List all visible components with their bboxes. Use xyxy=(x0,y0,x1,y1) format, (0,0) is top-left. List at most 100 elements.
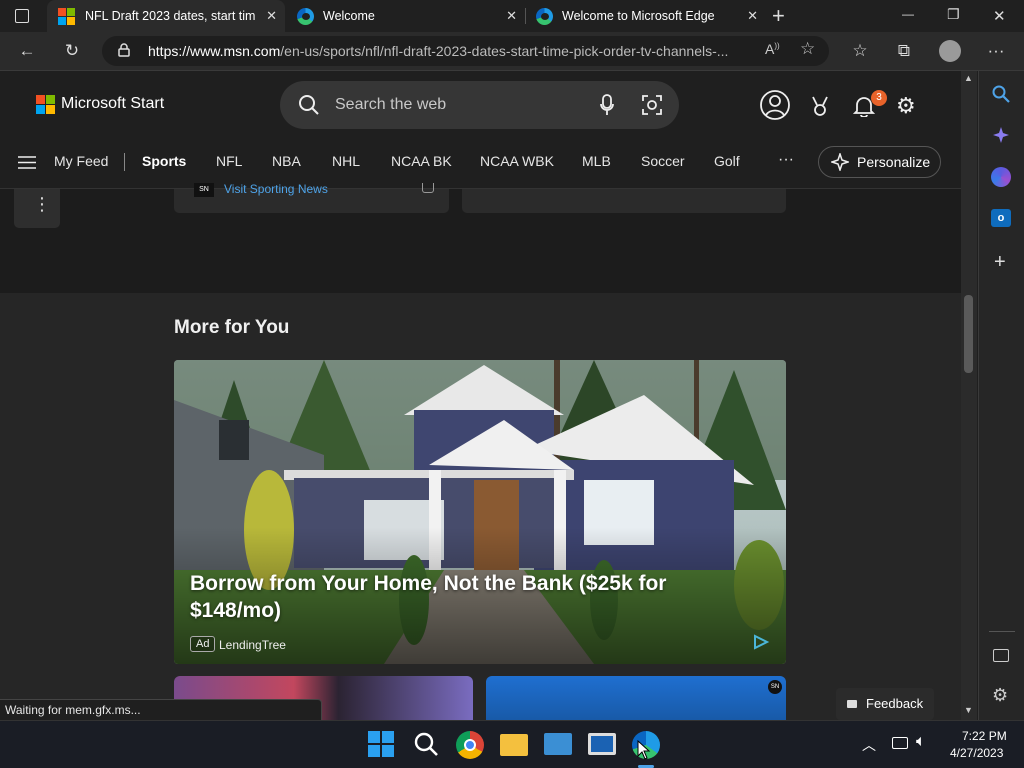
scroll-up-arrow-icon[interactable]: ▲ xyxy=(964,73,973,83)
feed-content: ⋮ SN Visit Sporting News More for You Bo… xyxy=(0,182,961,720)
sporting-news-badge: SN xyxy=(768,680,782,694)
sidebar-settings-icon[interactable]: ⚙ xyxy=(992,685,1008,706)
tab-title: Welcome to Microsoft Edge xyxy=(562,9,715,23)
edge-logo-icon xyxy=(536,7,553,25)
url-path: /en-us/sports/nfl/nfl-draft-2023-dates-s… xyxy=(280,43,729,59)
page-scrollbar[interactable]: ▲ ▼ xyxy=(961,71,977,720)
feedback-button[interactable]: Feedback xyxy=(836,688,934,720)
sidebar-add-icon[interactable]: + xyxy=(994,251,1006,274)
nav-divider xyxy=(124,153,125,171)
next-card-right[interactable]: SN xyxy=(486,676,786,720)
tab-close-icon[interactable]: ✕ xyxy=(747,8,758,24)
tab-actions-icon[interactable] xyxy=(15,9,29,23)
chrome-icon[interactable] xyxy=(456,731,484,759)
status-text: Waiting for mem.gfx.ms... xyxy=(5,703,141,717)
web-page: Microsoft Start Search the web 3 ⚙ My Fe… xyxy=(0,71,961,720)
ad-headline[interactable]: Borrow from Your Home, Not the Bank ($25… xyxy=(190,570,710,624)
tab-close-icon[interactable]: ✕ xyxy=(506,8,517,24)
address-bar[interactable]: https://www.msn.com/en-us/sports/nfl/nfl… xyxy=(102,36,829,66)
previous-card: SN Visit Sporting News xyxy=(174,182,449,213)
taskbar-search-icon[interactable] xyxy=(413,731,441,759)
back-icon[interactable]: ← xyxy=(14,38,40,64)
brand-title[interactable]: Microsoft Start xyxy=(61,95,164,113)
scroll-down-arrow-icon[interactable]: ▼ xyxy=(964,705,973,715)
hamburger-menu-icon[interactable] xyxy=(18,156,36,174)
account-icon[interactable] xyxy=(759,89,791,126)
feedback-icon xyxy=(847,700,857,708)
tab-strip: NFL Draft 2023 dates, start time, p ✕ We… xyxy=(0,0,1024,32)
settings-gear-icon[interactable]: ⚙ xyxy=(896,93,916,119)
rewards-icon[interactable] xyxy=(810,95,830,122)
volume-icon[interactable]: 🔈︎ xyxy=(916,733,926,751)
tab-close-icon[interactable]: ✕ xyxy=(266,8,277,24)
nav-soccer[interactable]: Soccer xyxy=(641,153,685,169)
search-input[interactable]: Search the web xyxy=(335,96,446,114)
advertiser-name[interactable]: LendingTree xyxy=(219,638,286,652)
restore-button[interactable]: ❐ xyxy=(947,6,960,23)
nav-nhl[interactable]: NHL xyxy=(332,153,360,169)
show-hidden-icons-chevron-icon[interactable]: ︿ xyxy=(862,735,876,755)
nav-ncaa-wbk[interactable]: NCAA WBK xyxy=(480,153,554,169)
nav-ncaa-bk[interactable]: NCAA BK xyxy=(391,153,452,169)
url-text: https://www.msn.com/en-us/sports/nfl/nfl… xyxy=(148,43,758,59)
read-aloud-icon[interactable]: A)) xyxy=(765,41,780,57)
edge-logo-icon xyxy=(297,7,314,25)
personalize-label: Personalize xyxy=(857,154,931,170)
browser-toolbar: ← ↻ https://www.msn.com/en-us/sports/nfl… xyxy=(0,32,1024,71)
microsoft-logo-icon xyxy=(36,95,55,114)
previous-cards-band: ⋮ SN Visit Sporting News xyxy=(0,182,961,293)
profile-avatar[interactable] xyxy=(939,40,961,62)
search-icon xyxy=(298,94,320,121)
visual-search-icon[interactable] xyxy=(641,94,663,121)
tab-welcome[interactable]: Welcome ✕ xyxy=(287,0,525,32)
ad-card[interactable]: Borrow from Your Home, Not the Bank ($25… xyxy=(174,360,786,664)
sparkle-star-icon xyxy=(829,151,851,174)
collections-icon[interactable]: ⧉ xyxy=(891,38,917,64)
file-explorer-icon[interactable] xyxy=(500,734,528,756)
vertical-dots-icon: ⋮ xyxy=(33,194,51,214)
nav-nfl[interactable]: NFL xyxy=(216,153,242,169)
microsoft-logo-icon xyxy=(58,7,75,25)
visit-source-link[interactable]: Visit Sporting News xyxy=(224,182,328,196)
url-domain: https://www.msn.com xyxy=(148,43,281,59)
clock-date[interactable]: 4/27/2023 xyxy=(950,746,1003,760)
network-icon[interactable] xyxy=(892,737,908,749)
nav-more-button[interactable]: ··· xyxy=(778,151,794,169)
lock-icon xyxy=(118,43,130,57)
add-favorite-icon[interactable]: ☆ xyxy=(800,39,815,59)
nav-mlb[interactable]: MLB xyxy=(582,153,611,169)
card-menu-button[interactable]: ⋮ xyxy=(14,189,60,228)
clock-time[interactable]: 7:22 PM xyxy=(962,729,1007,743)
settings-more-icon[interactable]: ··· xyxy=(983,38,1009,64)
refresh-icon[interactable]: ↻ xyxy=(59,38,85,64)
nav-golf[interactable]: Golf xyxy=(714,153,740,169)
sidebar-outlook-icon[interactable]: o xyxy=(991,209,1011,227)
tab-title: Welcome xyxy=(323,9,375,23)
nav-sports[interactable]: Sports xyxy=(142,153,186,169)
nav-nba[interactable]: NBA xyxy=(272,153,301,169)
sporting-news-logo: SN xyxy=(194,183,214,197)
tab-welcome-edge[interactable]: Welcome to Microsoft Edge ✕ xyxy=(526,0,766,32)
display-app-icon[interactable] xyxy=(588,733,616,755)
tab-title: NFL Draft 2023 dates, start time, p xyxy=(85,9,255,23)
sidebar-hide-icon[interactable] xyxy=(993,649,1009,662)
microphone-icon[interactable] xyxy=(600,94,614,121)
new-tab-button[interactable]: + xyxy=(772,3,785,29)
search-box[interactable]: Search the web xyxy=(280,81,679,129)
nav-my-feed[interactable]: My Feed xyxy=(54,153,108,169)
minimize-button[interactable]: — xyxy=(902,7,914,21)
sidebar-drop-icon[interactable] xyxy=(991,167,1011,187)
start-windows-icon[interactable] xyxy=(368,731,396,759)
scroll-thumb[interactable] xyxy=(964,295,973,373)
sidebar-search-icon[interactable] xyxy=(992,85,1010,108)
favorites-icon[interactable]: ☆ xyxy=(847,38,873,64)
adchoices-icon[interactable] xyxy=(752,634,770,655)
edge-sidebar: o + ⚙ xyxy=(978,71,1024,720)
ms-start-header: Microsoft Start Search the web 3 ⚙ My Fe… xyxy=(0,71,961,189)
sidebar-copilot-sparkle-icon[interactable] xyxy=(992,126,1010,149)
personalize-button[interactable]: Personalize xyxy=(818,146,941,178)
close-window-button[interactable]: ✕ xyxy=(993,7,1006,25)
remote-desktop-icon[interactable] xyxy=(544,733,572,755)
save-icon[interactable] xyxy=(422,183,434,193)
tab-nfl-draft[interactable]: NFL Draft 2023 dates, start time, p ✕ xyxy=(47,0,285,32)
